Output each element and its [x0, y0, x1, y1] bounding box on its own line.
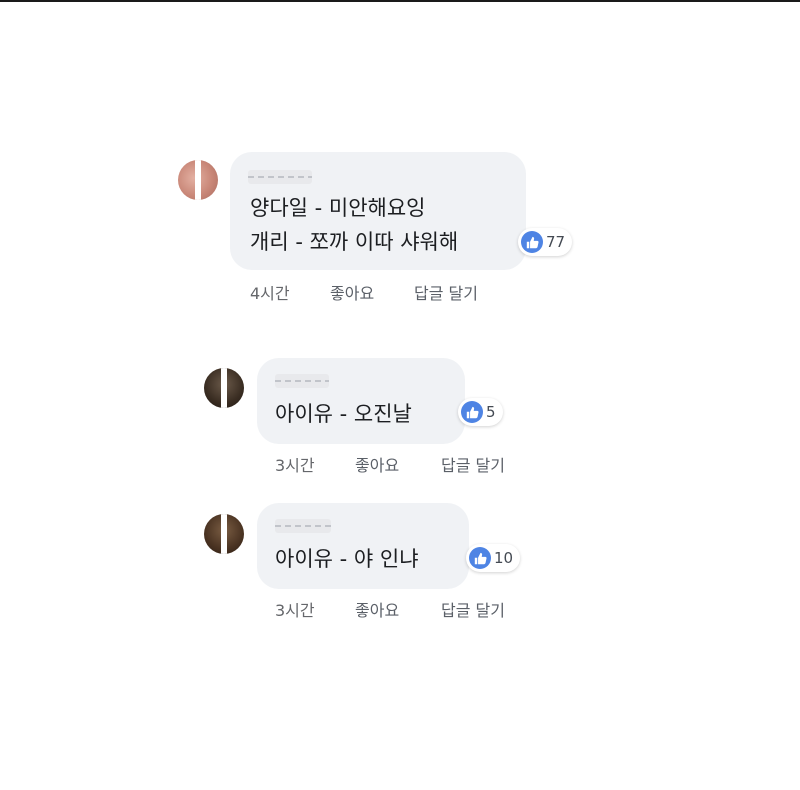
- reply-link[interactable]: 답글 달기: [441, 597, 505, 621]
- comment-actions: 4시간 좋아요 답글 달기: [250, 280, 478, 304]
- thumbs-up-icon: [521, 231, 543, 253]
- commenter-name-redacted[interactable]: [275, 374, 329, 388]
- comment-text-line: 개리 - 쪼까 이따 샤워해: [250, 230, 459, 254]
- commenter-name-redacted[interactable]: [248, 170, 312, 184]
- comment-timestamp[interactable]: 3시간: [275, 452, 355, 476]
- reply-link[interactable]: 답글 달기: [414, 280, 478, 304]
- top-border: [0, 0, 800, 2]
- reply-link[interactable]: 답글 달기: [441, 452, 505, 476]
- comment-actions: 3시간 좋아요 답글 달기: [275, 452, 505, 476]
- reaction-badge[interactable]: 77: [518, 228, 573, 256]
- comment-timestamp[interactable]: 3시간: [275, 597, 355, 621]
- comment-bubble: 양다일 - 미안해요잉 개리 - 쪼까 이따 샤워해: [230, 152, 526, 270]
- comment-bubble: 아이유 - 오진날: [257, 358, 465, 444]
- like-link[interactable]: 좋아요: [355, 452, 441, 476]
- reaction-count: 5: [486, 403, 496, 421]
- comment-bubble: 아이유 - 야 인냐: [257, 503, 469, 589]
- comment-actions: 3시간 좋아요 답글 달기: [275, 597, 505, 621]
- like-link[interactable]: 좋아요: [355, 597, 441, 621]
- reaction-badge[interactable]: 5: [458, 398, 503, 426]
- reaction-badge[interactable]: 10: [466, 544, 521, 572]
- comment-text-line: 아이유 - 야 인냐: [275, 547, 419, 571]
- avatar[interactable]: [204, 368, 244, 408]
- comment-text-line: 양다일 - 미안해요잉: [250, 196, 426, 220]
- comment-text-line: 아이유 - 오진날: [275, 402, 412, 426]
- like-link[interactable]: 좋아요: [330, 280, 414, 304]
- reaction-count: 77: [546, 233, 566, 251]
- commenter-name-redacted[interactable]: [275, 519, 331, 533]
- avatar[interactable]: [204, 514, 244, 554]
- thumbs-up-icon: [469, 547, 491, 569]
- thumbs-up-icon: [461, 401, 483, 423]
- avatar[interactable]: [178, 160, 218, 200]
- reaction-count: 10: [494, 549, 514, 567]
- comment-timestamp[interactable]: 4시간: [250, 280, 330, 304]
